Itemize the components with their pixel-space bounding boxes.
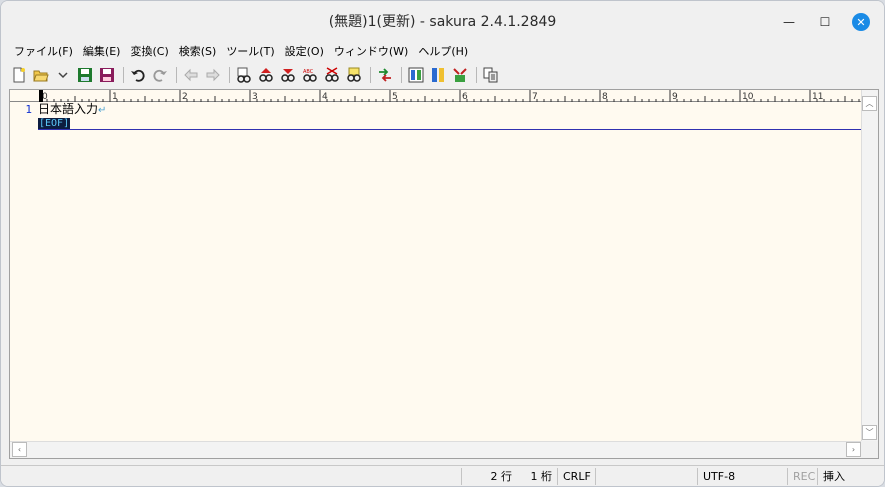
toolbar: ABC [1,63,884,87]
toolbar-separator [123,67,124,83]
status-bar: 2 行 1 桁 CRLF UTF-8 REC 挿入 [1,465,884,486]
eof-mark: [EOF] [38,117,71,129]
line-number: 1 [25,103,32,116]
menu-convert[interactable]: 変換(C) [125,43,173,59]
jump-next-icon[interactable] [203,66,222,85]
editor-window: (無題)1(更新) - sakura 2.4.1.2849 — ☐ ✕ ファイル… [0,0,885,487]
window-title: (無題)1(更新) - sakura 2.4.1.2849 [328,14,557,30]
replace-icon[interactable]: ABC [300,66,319,85]
font-icon[interactable] [481,66,500,85]
menu-tools[interactable]: ツール(T) [221,43,279,59]
menu-window[interactable]: ウィンドウ(W) [329,43,413,59]
scroll-left-arrow[interactable]: ‹ [12,442,27,457]
menu-bar: ファイル(F) 編集(E) 変換(C) 検索(S) ツール(T) 設定(O) ウ… [1,41,884,61]
horizontal-scrollbar[interactable]: ‹ › [10,441,862,458]
menu-edit[interactable]: 編集(E) [78,43,126,59]
scroll-corner [861,441,878,458]
search-next-icon[interactable] [256,66,275,85]
redo-icon[interactable] [150,66,169,85]
jump-prev-icon[interactable] [181,66,200,85]
status-col: 1 桁 [530,470,553,483]
editor-area[interactable]: 0 1 2 3 4 5 6 7 8 9 10 11 1 日本語入力↵ [EOF] ︿ ﹀ ‹ › [9,89,879,459]
line-number-gutter: 1 [10,103,38,439]
svg-text:ABC: ABC [303,69,314,75]
status-row: 2 行 [461,467,517,485]
eol-mark: ↵ [98,105,107,116]
function-list-icon[interactable] [428,66,447,85]
window-controls: — ☐ ✕ [780,13,870,31]
maximize-button[interactable]: ☐ [816,13,834,31]
menu-search[interactable]: 検索(S) [174,43,222,59]
toolbar-separator [176,67,177,83]
close-button[interactable]: ✕ [852,13,870,31]
open-file-icon[interactable] [31,66,50,85]
save-icon[interactable] [75,66,94,85]
line-text[interactable]: 日本語入力 [38,102,98,116]
status-insert-mode[interactable]: 挿入 [817,467,857,485]
ruler-cursor-marker [39,90,43,102]
eof-line: [EOF] [38,117,71,129]
menu-help[interactable]: ヘルプ(H) [413,43,473,59]
menu-file[interactable]: ファイル(F) [9,43,78,59]
settings-icon[interactable] [450,66,469,85]
menu-settings[interactable]: 設定(O) [280,43,329,59]
status-spacer [595,467,697,485]
toolbar-separator [229,67,230,83]
status-rec: REC [787,467,817,485]
search-prev-icon[interactable] [278,66,297,85]
toolbar-separator [401,67,402,83]
toolbar-separator [370,67,371,83]
grep-icon[interactable] [322,66,341,85]
cursor-line-underline [38,129,861,130]
ruler-label: 10 [742,92,754,102]
open-dropdown-icon[interactable] [53,66,72,85]
title-bar[interactable]: (無題)1(更新) - sakura 2.4.1.2849 — ☐ ✕ [1,1,884,41]
scroll-up-arrow[interactable]: ︿ [862,96,877,111]
search-icon[interactable] [234,66,253,85]
vertical-scrollbar[interactable]: ︿ ﹀ [861,90,878,442]
minimize-button[interactable]: — [780,13,798,31]
status-encoding[interactable]: UTF-8 [697,467,787,485]
undo-icon[interactable] [128,66,147,85]
tag-jump-icon[interactable] [344,66,363,85]
save-all-icon[interactable] [97,66,116,85]
status-eol[interactable]: CRLF [557,467,595,485]
ruler-label: 11 [812,92,823,102]
new-file-icon[interactable] [9,66,28,85]
ruler-ticks: 0 1 2 3 4 5 6 7 8 9 10 11 [39,90,860,102]
compare-icon[interactable] [375,66,394,85]
scroll-down-arrow[interactable]: ﹀ [862,425,877,440]
toolbar-separator [476,67,477,83]
scroll-right-arrow[interactable]: › [846,442,861,457]
text-line[interactable]: 日本語入力↵ [38,102,107,117]
ruler: 0 1 2 3 4 5 6 7 8 9 10 11 [10,90,862,102]
outline-icon[interactable] [406,66,425,85]
